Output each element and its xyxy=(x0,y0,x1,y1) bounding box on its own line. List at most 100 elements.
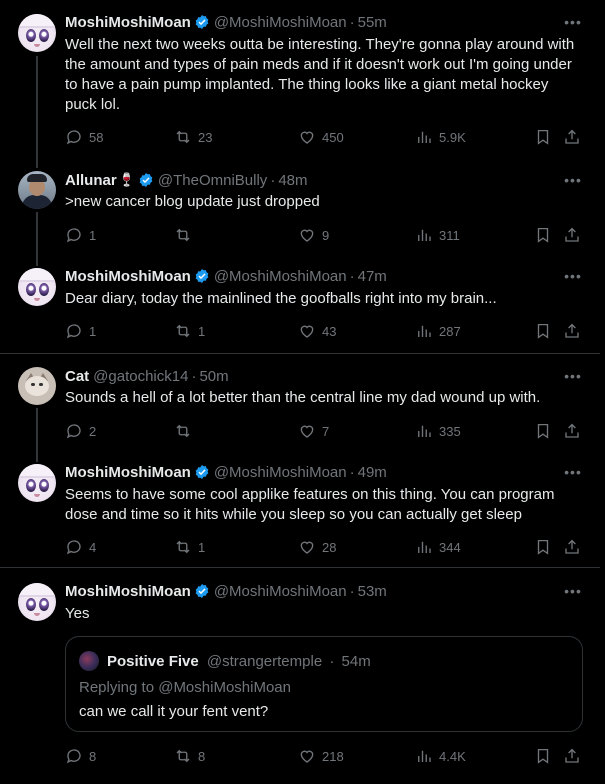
more-icon[interactable]: ••• xyxy=(562,462,584,482)
timestamp[interactable]: 53m xyxy=(358,583,387,600)
like-button[interactable]: 450 xyxy=(298,127,344,147)
timestamp[interactable]: 47m xyxy=(358,268,387,285)
views-count: 311 xyxy=(439,227,460,243)
separator-dot: · xyxy=(349,267,355,285)
bookmark-button[interactable] xyxy=(534,321,552,341)
share-icon xyxy=(565,748,579,763)
like-button[interactable]: 218 xyxy=(298,746,344,766)
retweet-button[interactable]: 1 xyxy=(174,321,205,341)
more-icon[interactable]: ••• xyxy=(562,366,584,386)
reply-button[interactable]: 2 xyxy=(65,421,96,441)
share-icon xyxy=(565,423,579,438)
share-button[interactable] xyxy=(563,127,581,147)
bookmark-button[interactable] xyxy=(534,746,552,766)
avatar[interactable] xyxy=(18,583,56,621)
views-button[interactable]: 287 xyxy=(415,321,461,341)
retweet-button[interactable]: 23 xyxy=(174,127,212,147)
like-button[interactable]: 43 xyxy=(298,321,336,341)
quoted-timestamp: 54m xyxy=(341,653,371,670)
quoted-post[interactable]: Positive Five @strangertemple · 54m Repl… xyxy=(65,636,583,732)
views-button[interactable]: 4.4K xyxy=(415,746,466,766)
timestamp[interactable]: 55m xyxy=(358,14,387,31)
reply-button[interactable]: 1 xyxy=(65,225,96,245)
handle[interactable]: @MoshiMoshiMoan xyxy=(214,14,347,31)
like-button[interactable]: 7 xyxy=(298,421,329,441)
share-button[interactable] xyxy=(563,537,581,557)
retweet-count: 1 xyxy=(198,323,206,339)
handle[interactable]: @TheOmniBully xyxy=(158,172,267,189)
retweet-icon xyxy=(176,749,190,763)
retweet-icon xyxy=(176,130,190,144)
views-icon xyxy=(418,131,431,143)
timestamp[interactable]: 49m xyxy=(358,464,387,481)
quoted-display-name: Positive Five xyxy=(107,653,199,670)
bookmark-button[interactable] xyxy=(534,225,552,245)
display-name[interactable]: Cat xyxy=(65,368,89,385)
reply-icon xyxy=(66,749,81,764)
views-button[interactable]: 5.9K xyxy=(415,127,466,147)
verified-badge-icon xyxy=(195,15,209,29)
share-button[interactable] xyxy=(563,225,581,245)
more-icon[interactable]: ••• xyxy=(562,581,584,601)
handle[interactable]: @MoshiMoshiMoan xyxy=(214,464,347,481)
views-button[interactable]: 335 xyxy=(415,421,461,441)
reply-button[interactable]: 58 xyxy=(65,127,103,147)
share-button[interactable] xyxy=(563,321,581,341)
quoted-handle: @strangertemple xyxy=(206,653,323,670)
handle[interactable]: @MoshiMoshiMoan xyxy=(214,268,347,285)
bookmark-icon xyxy=(537,323,549,339)
action-bar: 8 8 218 4.4K xyxy=(65,746,585,766)
display-name[interactable]: MoshiMoshiMoan xyxy=(65,583,191,600)
retweet-button[interactable]: 8 xyxy=(174,746,205,766)
retweet-button[interactable]: 1 xyxy=(174,537,205,557)
action-bar: 1 9 311 xyxy=(65,225,585,245)
verified-badge-icon xyxy=(195,465,209,479)
more-icon[interactable]: ••• xyxy=(562,266,584,286)
share-button[interactable] xyxy=(563,746,581,766)
separator-dot: · xyxy=(270,171,276,189)
timestamp[interactable]: 48m xyxy=(278,172,307,189)
views-button[interactable]: 344 xyxy=(415,537,461,557)
thread-connector xyxy=(36,408,38,462)
wine-glass-emoji: 🍷 xyxy=(118,172,135,187)
avatar[interactable] xyxy=(18,14,56,52)
like-count: 9 xyxy=(322,227,330,243)
retweet-button[interactable] xyxy=(174,225,198,245)
display-name[interactable]: MoshiMoshiMoan xyxy=(65,268,191,285)
display-name[interactable]: Allunar xyxy=(65,172,117,189)
heart-icon xyxy=(300,750,314,763)
bookmark-button[interactable] xyxy=(534,537,552,557)
reply-button[interactable]: 8 xyxy=(65,746,96,766)
views-button[interactable]: 311 xyxy=(415,225,460,245)
separator-dot: · xyxy=(349,463,355,481)
heart-icon xyxy=(300,325,314,338)
more-icon[interactable]: ••• xyxy=(562,12,584,32)
views-icon xyxy=(418,229,431,241)
handle[interactable]: @MoshiMoshiMoan xyxy=(214,583,347,600)
like-button[interactable]: 28 xyxy=(298,537,336,557)
like-button[interactable]: 9 xyxy=(298,225,329,245)
bookmark-icon xyxy=(537,129,549,145)
avatar[interactable] xyxy=(18,171,56,209)
handle[interactable]: @gatochick14 xyxy=(93,368,188,385)
avatar[interactable] xyxy=(18,268,56,306)
bookmark-button[interactable] xyxy=(534,127,552,147)
verified-badge-icon xyxy=(195,584,209,598)
timestamp[interactable]: 50m xyxy=(199,368,228,385)
post-text: Well the next two weeks outta be interes… xyxy=(65,36,575,113)
more-icon[interactable]: ••• xyxy=(562,170,584,190)
quoted-avatar xyxy=(79,651,99,671)
avatar[interactable] xyxy=(18,464,56,502)
avatar[interactable] xyxy=(18,367,56,405)
display-name[interactable]: MoshiMoshiMoan xyxy=(65,464,191,481)
reply-button[interactable]: 1 xyxy=(65,321,96,341)
display-name[interactable]: MoshiMoshiMoan xyxy=(65,14,191,31)
bookmark-icon xyxy=(537,748,549,764)
post-header: MoshiMoshiMoan @MoshiMoshiMoan · 53m xyxy=(65,581,387,601)
bookmark-button[interactable] xyxy=(534,421,552,441)
share-button[interactable] xyxy=(563,421,581,441)
reply-button[interactable]: 4 xyxy=(65,537,96,557)
retweet-button[interactable] xyxy=(174,421,198,441)
views-count: 287 xyxy=(439,323,461,339)
post-text: Dear diary, today the mainlined the goof… xyxy=(65,290,497,307)
